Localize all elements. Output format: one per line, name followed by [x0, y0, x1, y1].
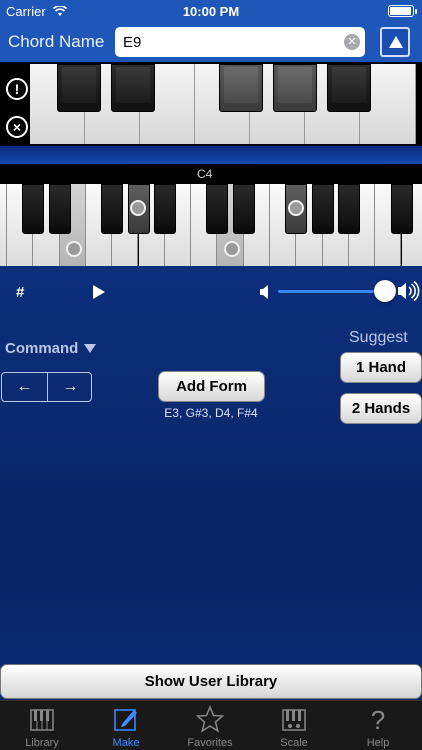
octave-label: C4 — [197, 167, 213, 181]
black-key[interactable] — [101, 184, 124, 234]
command-menu[interactable]: Command — [5, 340, 78, 357]
chord-name-input[interactable] — [115, 27, 365, 57]
preview-black-key — [327, 64, 371, 112]
divider-strip — [0, 146, 422, 164]
chord-header: Chord Name ✕ — [0, 22, 422, 62]
form-notes: E3, G#3, D4, F#4 — [164, 406, 258, 420]
tab-scale[interactable]: Scale — [252, 701, 336, 750]
preview-keyboard: ! × — [0, 62, 422, 146]
tab-label: Favorites — [187, 737, 233, 749]
arrow-right-button[interactable]: → — [48, 373, 93, 401]
piano-keyboard[interactable] — [0, 184, 422, 266]
tab-library[interactable]: Library — [0, 701, 84, 750]
alert-icon[interactable]: ! — [6, 78, 28, 100]
black-key[interactable] — [48, 184, 71, 234]
svg-text:?: ? — [371, 705, 385, 733]
tab-label: Library — [25, 737, 59, 749]
two-hands-button[interactable]: 2 Hands — [340, 393, 422, 424]
black-key[interactable] — [153, 184, 176, 234]
note-marker — [288, 200, 304, 216]
close-circle-icon[interactable]: × — [6, 116, 28, 138]
suggest-label: Suggest — [349, 329, 408, 346]
note-marker — [224, 241, 240, 257]
black-key[interactable] — [22, 184, 45, 234]
collapse-up-button[interactable] — [380, 27, 410, 57]
preview-black-key-highlighted — [219, 64, 263, 112]
arrow-left-button[interactable]: ← — [2, 373, 47, 401]
tab-favorites[interactable]: Favorites — [168, 701, 252, 750]
volume-slider[interactable] — [278, 290, 386, 293]
tab-label: Help — [366, 737, 390, 749]
tab-bar: Library Make Favorites Scale ? Help — [0, 700, 422, 750]
tab-label: Scale — [280, 737, 308, 749]
play-icon[interactable] — [93, 285, 105, 299]
show-user-library-button[interactable]: Show User Library — [0, 664, 422, 699]
octave-label-bar: C4 — [0, 164, 422, 184]
clear-input-icon[interactable]: ✕ — [344, 34, 360, 50]
pencil-icon — [114, 709, 137, 731]
black-key[interactable] — [232, 184, 255, 234]
preview-black-key-highlighted — [273, 64, 317, 112]
black-key[interactable] — [206, 184, 229, 234]
tab-make[interactable]: Make — [84, 701, 168, 750]
preview-black-key — [57, 64, 101, 112]
scale-icon — [282, 709, 306, 731]
battery-icon — [388, 5, 417, 17]
library-icon — [30, 709, 54, 731]
sharp-toggle[interactable]: # — [16, 284, 24, 301]
black-key[interactable] — [337, 184, 360, 234]
star-icon — [196, 705, 224, 733]
preview-black-key — [111, 64, 155, 112]
one-hand-button[interactable]: 1 Hand — [340, 352, 422, 383]
add-form-button[interactable]: Add Form — [158, 371, 265, 402]
tab-help[interactable]: ? Help — [336, 701, 420, 750]
volume-slider-thumb[interactable] — [374, 280, 396, 302]
volume-high-icon — [398, 281, 420, 301]
status-bar: Carrier 10:00 PM — [0, 0, 422, 22]
command-arrows: ← → — [1, 372, 92, 402]
chord-name-label: Chord Name — [8, 32, 105, 51]
note-marker — [66, 241, 82, 257]
white-key[interactable] — [0, 184, 7, 266]
help-icon: ? — [371, 705, 385, 733]
volume-low-icon — [260, 285, 268, 299]
triangle-down-icon[interactable] — [84, 344, 96, 353]
black-key[interactable] — [390, 184, 413, 234]
tab-label: Make — [112, 737, 140, 749]
clock: 10:00 PM — [182, 4, 240, 19]
black-key[interactable] — [311, 184, 334, 234]
note-marker — [130, 200, 146, 216]
